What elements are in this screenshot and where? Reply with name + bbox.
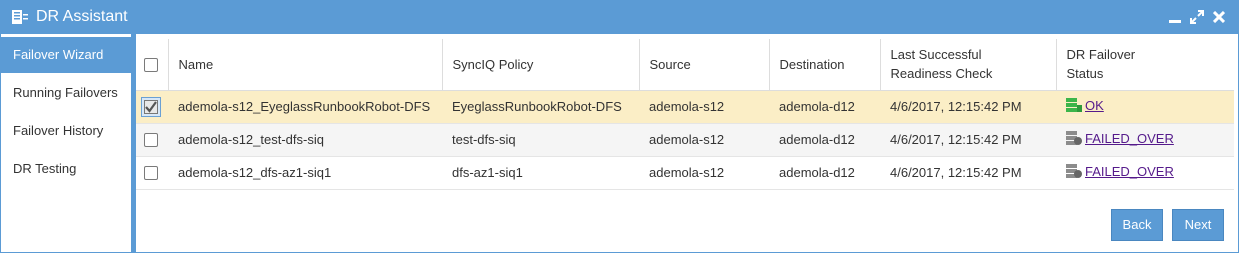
row-destination: ademola-d12 (769, 156, 880, 190)
minimize-icon[interactable] (1168, 9, 1182, 25)
back-button[interactable]: Back (1111, 209, 1163, 241)
status-link[interactable]: FAILED_OVER (1066, 131, 1174, 146)
row-destination: ademola-d12 (769, 123, 880, 157)
table-row[interactable]: ademola-s12_dfs-az1-siq1 dfs-az1-siq1 ad… (136, 156, 1234, 190)
sidebar-item-running-failovers[interactable]: Running Failovers (1, 75, 131, 111)
sidebar-item-dr-testing[interactable]: DR Testing (1, 151, 131, 187)
failed-over-status-icon (1066, 164, 1082, 179)
row-policy: EyeglassRunbookRobot-DFS (442, 90, 639, 124)
window-controls (1168, 9, 1226, 25)
ok-status-icon (1066, 98, 1082, 113)
column-header-status-line1: DR Failover (1066, 47, 1136, 63)
row-checkbox[interactable] (144, 133, 158, 148)
policy-table: Name SyncIQ Policy Source Destination La… (136, 39, 1234, 190)
status-link[interactable]: FAILED_OVER (1066, 164, 1174, 179)
row-status-cell: FAILED_OVER (1056, 123, 1234, 157)
status-text: FAILED_OVER (1085, 163, 1174, 179)
column-header-status-line2: Status (1066, 66, 1104, 82)
failover-wizard-panel: Name SyncIQ Policy Source Destination La… (131, 34, 1238, 252)
column-header-readiness-line1: Last Successful (890, 47, 982, 63)
title-bar: DR Assistant (1, 1, 1238, 34)
row-status-cell: FAILED_OVER (1056, 156, 1234, 190)
row-checkbox[interactable] (144, 166, 158, 181)
column-header-readiness[interactable]: Last Successful Readiness Check (880, 39, 1057, 91)
status-text: OK (1085, 97, 1104, 113)
sidebar-item-failover-wizard[interactable]: Failover Wizard (1, 37, 131, 73)
row-source: ademola-s12 (639, 90, 769, 124)
status-text: FAILED_OVER (1085, 130, 1174, 146)
sidebar-nav: Failover Wizard Running Failovers Failov… (1, 34, 131, 252)
row-readiness: 4/6/2017, 12:15:42 PM (880, 123, 1056, 157)
column-header-source[interactable]: Source (639, 39, 770, 91)
row-source: ademola-s12 (639, 156, 769, 190)
dr-assistant-window: DR Assistant Failover Wizard Running Fai… (0, 0, 1239, 253)
window-title: DR Assistant (36, 8, 128, 25)
column-header-status[interactable]: DR Failover Status (1056, 39, 1234, 91)
column-header-name[interactable]: Name (168, 39, 443, 91)
table-row[interactable]: ademola-s12_test-dfs-siq test-dfs-siq ad… (136, 123, 1234, 157)
row-checkbox[interactable] (141, 96, 161, 117)
row-checkbox-cell (136, 123, 168, 157)
close-icon[interactable] (1212, 9, 1226, 25)
table-header-row: Name SyncIQ Policy Source Destination La… (136, 39, 1234, 91)
column-header-destination[interactable]: Destination (769, 39, 881, 91)
row-name: ademola-s12_EyeglassRunbookRobot-DFS (168, 90, 442, 124)
row-policy: test-dfs-siq (442, 123, 639, 157)
select-all-checkbox[interactable] (144, 58, 158, 73)
row-checkbox-cell (136, 156, 168, 190)
column-header-policy[interactable]: SyncIQ Policy (442, 39, 640, 91)
row-source: ademola-s12 (639, 123, 769, 157)
sidebar-item-failover-history[interactable]: Failover History (1, 113, 131, 149)
row-name: ademola-s12_dfs-az1-siq1 (168, 156, 442, 190)
row-checkbox-cell (136, 90, 168, 124)
row-readiness: 4/6/2017, 12:15:42 PM (880, 156, 1056, 190)
status-link[interactable]: OK (1066, 98, 1104, 113)
select-all-header (136, 39, 169, 91)
column-header-readiness-line2: Readiness Check (890, 66, 993, 82)
row-status-cell: OK (1056, 90, 1234, 124)
table-row[interactable]: ademola-s12_EyeglassRunbookRobot-DFS Eye… (136, 90, 1234, 124)
row-readiness: 4/6/2017, 12:15:42 PM (880, 90, 1056, 124)
checkmark-icon (144, 99, 158, 114)
maximize-icon[interactable] (1190, 9, 1204, 25)
row-policy: dfs-az1-siq1 (442, 156, 639, 190)
next-button[interactable]: Next (1172, 209, 1224, 241)
wizard-app-icon (12, 10, 28, 24)
failed-over-status-icon (1066, 131, 1082, 146)
row-name: ademola-s12_test-dfs-siq (168, 123, 442, 157)
row-destination: ademola-d12 (769, 90, 880, 124)
